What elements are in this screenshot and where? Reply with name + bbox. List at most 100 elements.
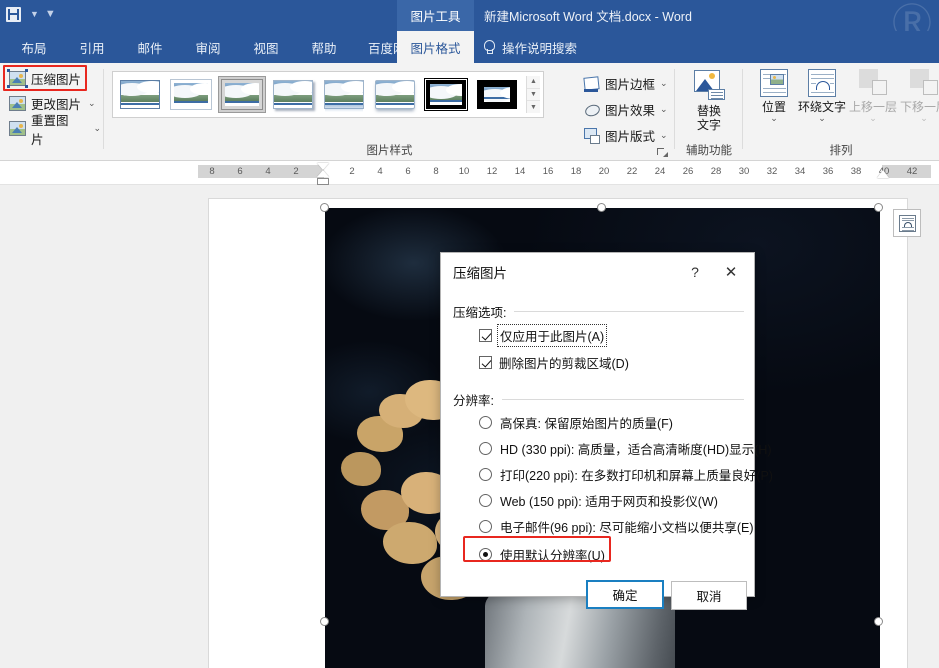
- use-default-resolution-highlight: [463, 536, 611, 562]
- picture-style-3[interactable]: [218, 76, 266, 113]
- chevron-down-icon[interactable]: ⌄: [88, 98, 96, 109]
- tab-layout[interactable]: 布局: [10, 31, 58, 63]
- picture-style-4[interactable]: [269, 76, 317, 113]
- chevron-down-icon: ⌄: [920, 114, 928, 122]
- ruler-tick: 18: [571, 166, 582, 177]
- tab-view[interactable]: 视图: [242, 31, 290, 63]
- accessibility-group-label: 辅助功能: [675, 142, 743, 158]
- layout-options-icon: [899, 215, 916, 232]
- selection-handle-top-left[interactable]: [320, 203, 329, 212]
- right-indent-marker[interactable]: [877, 170, 889, 178]
- compress-pictures-dialog: 压缩图片 ? ✕ 压缩选项: 仅应用于此图片(A) 删除图片的剪裁区域(D) 分…: [440, 252, 755, 597]
- context-tab-picture-tools: 图片工具: [397, 0, 474, 31]
- chevron-down-icon[interactable]: ⌄: [660, 130, 668, 141]
- gallery-scroll-down-icon[interactable]: ▼: [527, 89, 540, 102]
- checkbox-apply-only-to-this-picture[interactable]: 仅应用于此图片(A): [479, 326, 605, 345]
- picture-style-8[interactable]: [473, 76, 521, 113]
- document-title: 新建Microsoft Word 文档.docx - Word: [484, 0, 692, 31]
- first-line-indent-marker[interactable]: [317, 163, 329, 170]
- ok-button[interactable]: 确定: [586, 580, 664, 609]
- picture-style-5[interactable]: [320, 76, 368, 113]
- gallery-scrollbar[interactable]: ▲ ▼ ▼: [526, 76, 540, 113]
- radio-icon[interactable]: [479, 442, 492, 455]
- picture-style-1[interactable]: [116, 76, 164, 113]
- chevron-down-icon[interactable]: ⌄: [818, 114, 826, 122]
- radio-icon[interactable]: [479, 520, 492, 533]
- cancel-button[interactable]: 取消: [671, 581, 747, 610]
- ribbon-group-arrange: 位置 ⌄ 环绕文字 ⌄ 上移一层 ⌄ 下移一层: [743, 63, 939, 161]
- chevron-down-icon[interactable]: ⌄: [93, 123, 101, 134]
- wrap-text-label: 环绕文字: [798, 100, 846, 114]
- change-picture-icon: [9, 96, 26, 111]
- layout-options-button[interactable]: [893, 209, 921, 237]
- ruler-tick: 2: [349, 166, 354, 177]
- chevron-down-icon[interactable]: ⌄: [770, 114, 778, 122]
- reset-picture-button[interactable]: 重置图片 ⌄: [6, 117, 104, 140]
- radio-print-220ppi[interactable]: 打印(220 ppi): 在多数打印机和屏幕上质量良好(P): [479, 465, 773, 484]
- close-icon[interactable]: ✕: [716, 260, 746, 284]
- radio-high-fidelity[interactable]: 高保真: 保留原始图片的质量(F): [479, 413, 673, 432]
- ruler-tick: 4: [377, 166, 382, 177]
- selection-handle-bottom-left[interactable]: [320, 617, 329, 626]
- ribbon: 压缩图片 更改图片 ⌄ 重置图片 ⌄: [0, 63, 939, 161]
- ruler-tick: 38: [851, 166, 862, 177]
- lightbulb-icon: [482, 40, 495, 55]
- tab-picture-format[interactable]: 图片格式: [397, 31, 474, 63]
- selection-handle-top-right[interactable]: [874, 203, 883, 212]
- tab-review[interactable]: 审阅: [184, 31, 232, 63]
- picture-border-button[interactable]: 图片边框 ⌄: [584, 73, 668, 94]
- checkbox-icon[interactable]: [479, 356, 492, 369]
- picture-style-7[interactable]: [422, 76, 470, 113]
- gallery-scroll-up-icon[interactable]: ▲: [527, 76, 540, 89]
- checkbox-delete-cropped-areas[interactable]: 删除图片的剪裁区域(D): [479, 353, 629, 372]
- left-indent-marker[interactable]: [317, 178, 329, 185]
- ruler-tick: 16: [543, 166, 554, 177]
- send-backward-button: 下移一层 ⌄: [895, 69, 939, 122]
- picture-style-6[interactable]: [371, 76, 419, 113]
- wrap-text-button[interactable]: 环绕文字 ⌄: [793, 69, 851, 122]
- tab-references[interactable]: 引用: [68, 31, 116, 63]
- picture-styles-gallery[interactable]: ▲ ▼ ▼: [112, 71, 544, 118]
- alt-text-label-2: 文字: [697, 118, 721, 132]
- horizontal-ruler[interactable]: 8 6 4 2 2 4 6 8 10 12 14 16 18 20 22 24 …: [0, 161, 939, 185]
- ruler-tick: 6: [237, 166, 242, 177]
- radio-hd-330ppi[interactable]: HD (330 ppi): 高质量，适合高清晰度(HD)显示(H): [479, 439, 772, 458]
- tab-help[interactable]: 帮助: [300, 31, 348, 63]
- help-icon[interactable]: ?: [683, 260, 707, 284]
- chevron-down-icon[interactable]: ⌄: [660, 104, 668, 115]
- radio-icon[interactable]: [479, 468, 492, 481]
- alt-text-button[interactable]: 替换 文字: [680, 69, 738, 132]
- tell-me-search[interactable]: 操作说明搜索: [482, 31, 577, 63]
- radio-web-150ppi[interactable]: Web (150 ppi): 适用于网页和投影仪(W): [479, 491, 718, 510]
- ruler-tick: 8: [209, 166, 214, 177]
- tab-mailings[interactable]: 邮件: [126, 31, 174, 63]
- radio-icon[interactable]: [479, 494, 492, 507]
- save-icon[interactable]: [2, 3, 24, 25]
- selection-handle-top-center[interactable]: [597, 203, 606, 212]
- wrap-text-icon: [808, 69, 836, 97]
- chevron-down-icon[interactable]: ⌄: [660, 78, 668, 89]
- ruler-tick: 4: [265, 166, 270, 177]
- tell-me-label: 操作说明搜索: [502, 38, 577, 57]
- bring-forward-label: 上移一层: [849, 100, 897, 114]
- title-bar: ▼ ▼ 图片工具 新建Microsoft Word 文档.docx - Word…: [0, 0, 939, 31]
- gallery-more-icon[interactable]: ▼: [527, 101, 540, 113]
- selection-handle-bottom-right[interactable]: [874, 617, 883, 626]
- radio-label: HD (330 ppi): 高质量，适合高清晰度(HD)显示(H): [500, 439, 772, 458]
- quick-access-toolbar: ▼ ▼: [2, 3, 55, 25]
- word-window: ▼ ▼ 图片工具 新建Microsoft Word 文档.docx - Word…: [0, 0, 939, 668]
- ribbon-tab-bar: 布局 引用 邮件 审阅 视图 帮助 百度网盘 图片格式 操作说明搜索: [0, 31, 939, 63]
- picture-effects-button[interactable]: 图片效果 ⌄: [584, 99, 668, 120]
- picture-style-2[interactable]: [167, 76, 215, 113]
- ruler-tick: 12: [487, 166, 498, 177]
- radio-icon[interactable]: [479, 416, 492, 429]
- picture-styles-dialog-launcher[interactable]: [657, 147, 668, 158]
- ruler-tick: 24: [655, 166, 666, 177]
- customize-qat-icon[interactable]: ▼: [45, 8, 55, 20]
- ruler-tick: 8: [433, 166, 438, 177]
- ruler-tick: 30: [739, 166, 750, 177]
- undo-icon[interactable]: ▼: [30, 9, 39, 19]
- radio-email-96ppi[interactable]: 电子邮件(96 ppi): 尽可能缩小文档以便共享(E): [479, 517, 754, 536]
- hanging-indent-marker[interactable]: [317, 170, 329, 177]
- checkbox-icon[interactable]: [479, 329, 492, 342]
